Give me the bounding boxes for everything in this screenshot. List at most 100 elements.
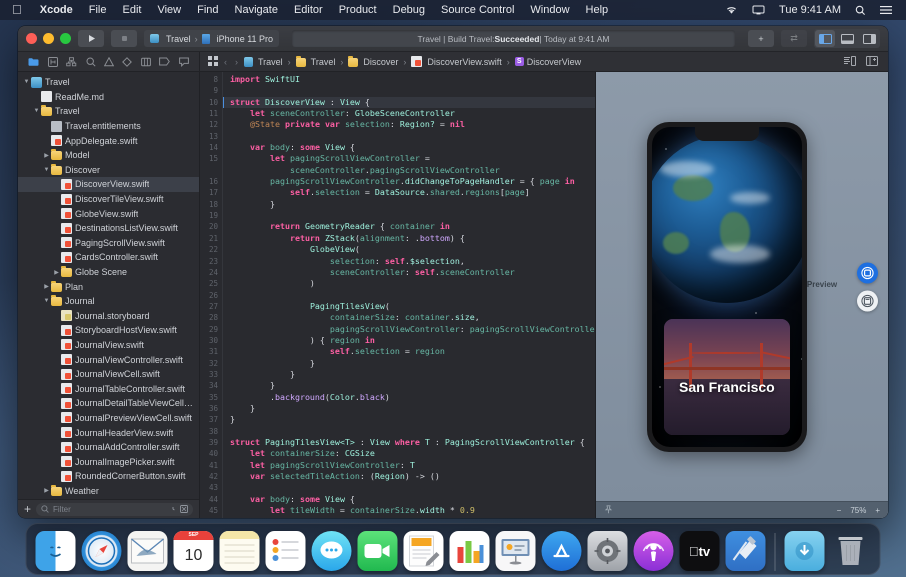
destination-card[interactable]: San Francisco xyxy=(663,318,790,435)
stop-button[interactable] xyxy=(111,30,137,47)
menu-item-editor[interactable]: Editor xyxy=(286,0,331,20)
menu-item-debug[interactable]: Debug xyxy=(385,0,433,20)
dock-item-keynote[interactable] xyxy=(495,531,536,571)
file-tree-row[interactable]: StoryboardHostView.swift xyxy=(18,323,199,338)
file-tree-row[interactable]: ▼ Travel xyxy=(18,104,199,119)
zoom-in-button[interactable]: + xyxy=(875,506,880,515)
file-tree-row[interactable]: ▶ Plan xyxy=(18,279,199,294)
breadcrumb-item-group-travel[interactable]: Travel xyxy=(295,55,335,67)
navigator-tab-symbols[interactable] xyxy=(66,56,77,67)
breadcrumb-item-file[interactable]: DiscoverView.swift xyxy=(411,56,502,67)
dock-item-trash[interactable] xyxy=(831,531,871,571)
minimap-icon[interactable] xyxy=(844,55,856,68)
file-tree-row[interactable]: PagingScrollView.swift xyxy=(18,236,199,251)
add-editor-icon[interactable] xyxy=(866,55,878,68)
navigator-tab-debug[interactable] xyxy=(140,57,151,67)
control-center-icon[interactable] xyxy=(874,0,898,20)
close-button[interactable] xyxy=(26,33,37,44)
file-tree-row[interactable]: ▶ Globe Scene xyxy=(18,265,199,280)
menubar-clock[interactable]: Tue 9:41 AM xyxy=(773,0,847,20)
navigator-tab-source-control[interactable] xyxy=(47,56,58,67)
disclosure-closed-icon[interactable]: ▶ xyxy=(42,152,51,159)
disclosure-closed-icon[interactable]: ▶ xyxy=(52,269,61,276)
navigator-tab-issues[interactable] xyxy=(103,56,114,67)
jump-forward-button[interactable]: › xyxy=(233,57,240,67)
breadcrumb-item-project[interactable]: Travel xyxy=(244,56,283,67)
run-button[interactable] xyxy=(78,30,104,47)
dock-item-calendar[interactable]: SEP 10 xyxy=(173,531,214,571)
file-tree-row[interactable]: CardsController.swift xyxy=(18,250,199,265)
dock-item-mail[interactable] xyxy=(127,531,168,571)
file-tree-row[interactable]: GlobeView.swift xyxy=(18,206,199,221)
navigator-tab-find[interactable] xyxy=(86,56,96,67)
file-tree-row[interactable]: JournalImagePicker.swift xyxy=(18,454,199,469)
wifi-icon[interactable] xyxy=(719,0,744,20)
code-content[interactable]: import SwiftUI struct DiscoverView : Vie… xyxy=(222,72,595,518)
scheme-selector[interactable]: Travel › iPhone 11 Pro xyxy=(144,30,280,47)
file-tree-row[interactable]: JournalViewController.swift xyxy=(18,352,199,367)
dock-item-facetime[interactable] xyxy=(357,531,398,571)
file-tree-row[interactable]: Journal.storyboard xyxy=(18,309,199,324)
dock-item-apple-tv[interactable]: tv xyxy=(679,531,720,571)
display-icon[interactable] xyxy=(746,0,771,20)
navigator-tab-project[interactable] xyxy=(28,57,39,67)
navigator-tab-breakpoints[interactable] xyxy=(159,57,171,66)
live-preview-icon[interactable] xyxy=(857,262,878,283)
add-button[interactable]: + xyxy=(748,30,774,47)
menu-item-view[interactable]: View xyxy=(149,0,189,20)
menu-item-edit[interactable]: Edit xyxy=(115,0,150,20)
disclosure-closed-icon[interactable]: ▶ xyxy=(42,283,51,290)
file-tree-row[interactable]: ReadMe.md xyxy=(18,90,199,105)
dock-item-safari[interactable] xyxy=(81,531,122,571)
file-tree-row[interactable]: ▼ Discover xyxy=(18,163,199,178)
menu-item-window[interactable]: Window xyxy=(522,0,577,20)
navigator-tab-reports[interactable] xyxy=(178,57,189,67)
file-tree-row[interactable]: ▼ Travel xyxy=(18,75,199,90)
dock-item-system-preferences[interactable] xyxy=(587,531,628,571)
zoom-button[interactable] xyxy=(60,33,71,44)
disclosure-closed-icon[interactable]: ▶ xyxy=(42,487,51,494)
apple-menu-icon[interactable]:  xyxy=(0,1,32,19)
dock-item-app-store[interactable] xyxy=(541,531,582,571)
file-tree-row[interactable]: DiscoverTileView.swift xyxy=(18,192,199,207)
left-pane-icon[interactable] xyxy=(815,30,835,47)
file-tree-row[interactable]: AppDelegate.swift xyxy=(18,133,199,148)
file-tree-row[interactable]: DestinationsListView.swift xyxy=(18,221,199,236)
file-tree-row[interactable]: RoundedCornerButton.swift xyxy=(18,469,199,484)
bottom-pane-icon[interactable] xyxy=(837,30,857,47)
disclosure-open-icon[interactable]: ▼ xyxy=(32,108,41,114)
right-pane-icon[interactable] xyxy=(859,30,879,47)
file-tree-row[interactable]: JournalTableController.swift xyxy=(18,381,199,396)
file-tree-row[interactable]: JournalAddController.swift xyxy=(18,440,199,455)
file-tree-row[interactable]: JournalPreviewViewCell.swift xyxy=(18,411,199,426)
file-tree-row[interactable]: Travel.entitlements xyxy=(18,119,199,134)
menu-item-navigate[interactable]: Navigate xyxy=(227,0,286,20)
source-editor[interactable]: 8 9 10 11 12 13 14 15 16 17 18 19 20 21 22 23 24 25 26 27 28… xyxy=(200,72,595,518)
disclosure-open-icon[interactable]: ▼ xyxy=(42,298,51,304)
minimize-button[interactable] xyxy=(43,33,54,44)
disclosure-open-icon[interactable]: ▼ xyxy=(22,79,31,85)
dock-item-numbers[interactable] xyxy=(449,531,490,571)
dock-item-messages[interactable] xyxy=(311,531,352,571)
disclosure-open-icon[interactable]: ▼ xyxy=(42,167,51,173)
navigate-button[interactable]: ⇄ xyxy=(781,30,807,47)
navigator-tab-tests[interactable] xyxy=(122,56,133,67)
add-file-button[interactable]: + xyxy=(24,503,31,515)
file-tree-row[interactable]: ▶ Weather xyxy=(18,484,199,499)
file-tree-row[interactable]: JournalViewCell.swift xyxy=(18,367,199,382)
jump-back-button[interactable]: ‹ xyxy=(222,57,229,67)
dock-item-notes[interactable] xyxy=(219,531,260,571)
file-tree-row[interactable]: ▶ Model xyxy=(18,148,199,163)
file-tree-row[interactable]: JournalDetailTableViewCell.swift xyxy=(18,396,199,411)
file-tree-row[interactable]: DiscoverView.swift xyxy=(18,177,199,192)
related-items-icon[interactable] xyxy=(208,55,218,68)
menu-item-find[interactable]: Find xyxy=(189,0,226,20)
breadcrumb-item-symbol[interactable]: S DiscoverView xyxy=(514,57,581,67)
canvas-area[interactable]: San Francisco Preview xyxy=(596,72,888,501)
dock-item-downloads[interactable] xyxy=(784,531,825,571)
build-status-bar[interactable]: Travel | Build Travel: Succeeded | Today… xyxy=(292,30,735,47)
search-icon[interactable] xyxy=(849,0,872,20)
file-tree[interactable]: ▼ Travel ReadMe.md ▼ Travel Travel.entitlemen… xyxy=(18,72,199,499)
zoom-out-button[interactable]: − xyxy=(837,506,842,515)
menu-item-product[interactable]: Product xyxy=(331,0,385,20)
